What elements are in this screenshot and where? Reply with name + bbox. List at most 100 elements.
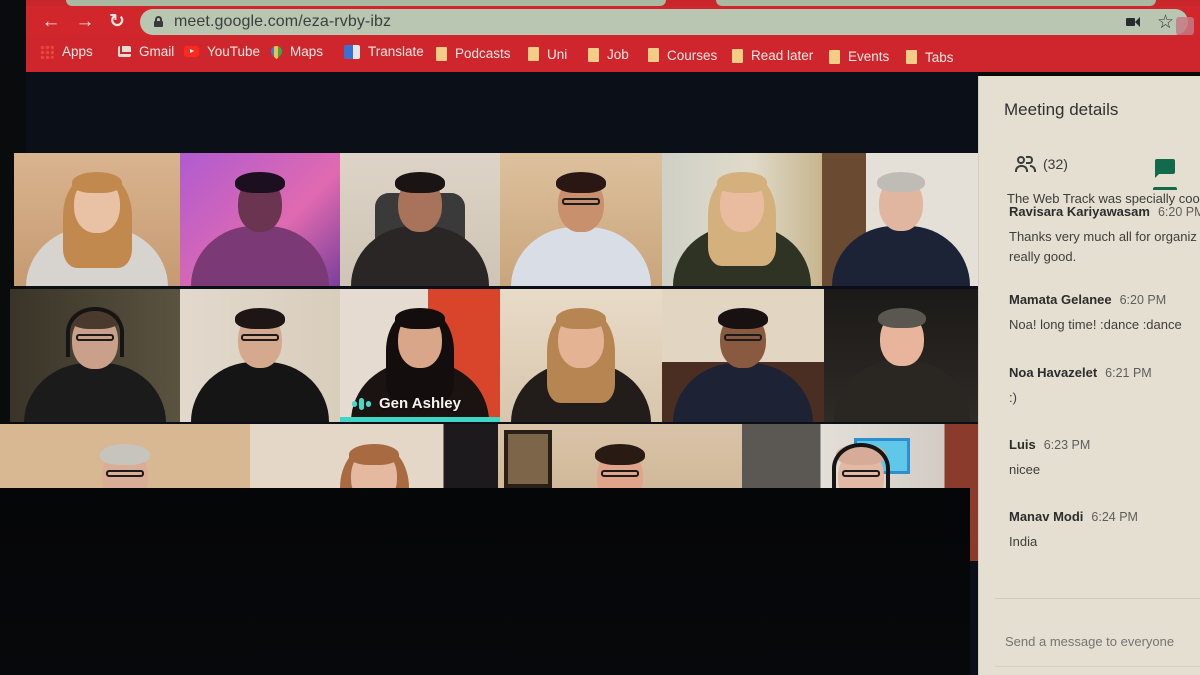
meeting-details-panel: Meeting details (32) The Web Track was s…: [978, 76, 1200, 675]
bookmark-gmail[interactable]: Gmail: [118, 44, 174, 59]
bookmark-label: Read later: [751, 48, 814, 64]
chat-message: Ravisara Kariyawasam 6:20 PM Thanks very m…: [1009, 203, 1200, 267]
chat-text: really good.: [1009, 249, 1077, 264]
bookmark-podcasts[interactable]: Podcasts: [436, 46, 511, 61]
folder-icon: [829, 49, 840, 64]
chat-text: nicee: [1009, 462, 1041, 477]
folder-icon: [588, 47, 599, 62]
input-underline: [995, 666, 1200, 667]
chat-timestamp: 6:24 PM: [1091, 510, 1138, 524]
chat-timestamp: 6:23 PM: [1043, 438, 1091, 452]
participant-hair: [348, 443, 400, 465]
participant-name-label: Gen Ashley: [352, 395, 461, 412]
back-arrow-icon: ←: [41, 11, 61, 32]
folder-icon: [648, 48, 659, 63]
chat-text: :): [1009, 390, 1017, 405]
bookmark-label: Courses: [667, 47, 718, 63]
bookmark-label: Tabs: [925, 49, 954, 65]
bookmark-label: Translate: [368, 44, 424, 59]
bookmark-youtube[interactable]: YouTube: [184, 44, 260, 59]
bookmark-label: Podcasts: [455, 46, 511, 61]
headset: [832, 442, 890, 494]
audio-level-icon: [352, 397, 371, 410]
participant-tile[interactable]: [14, 153, 180, 286]
people-tab[interactable]: (32): [1015, 156, 1068, 172]
bookmark-uni[interactable]: Uni: [528, 47, 567, 62]
bookmark-translate[interactable]: Translate: [344, 44, 424, 59]
glasses: [75, 334, 115, 342]
chat-sender: Noa Havazelet: [1009, 365, 1098, 380]
participant-hair: [556, 307, 606, 329]
participant-hair: [877, 307, 927, 329]
address-bar[interactable]: meet.google.com/eza-rvby-ibz ☆: [140, 9, 1188, 35]
chat-timestamp: 6:20 PM: [1119, 293, 1167, 307]
chat-text: India: [1009, 534, 1038, 549]
active-speaker-indicator: [340, 417, 500, 422]
participant-tile[interactable]: [340, 153, 500, 286]
glasses: [105, 469, 145, 477]
chat-message: Luis 6:23 PM nicee: [1009, 436, 1090, 480]
bookmark-courses[interactable]: Courses: [648, 48, 717, 63]
people-count: (32): [1043, 156, 1068, 172]
glasses: [241, 333, 279, 341]
bookmark-events[interactable]: Events: [829, 49, 889, 64]
chat-sender: Manav Modi: [1009, 509, 1084, 524]
chat-sender: Ravisara Kariyawasam: [1009, 204, 1150, 219]
forward-arrow-icon: →: [75, 11, 95, 32]
chat-tab[interactable]: [1153, 159, 1177, 190]
participant-tile[interactable]: [662, 289, 824, 422]
glasses: [561, 197, 601, 205]
bookmark-apps[interactable]: Apps: [40, 44, 93, 59]
bookmark-read-later[interactable]: Read later: [732, 48, 813, 63]
url-text[interactable]: meet.google.com/eza-rvby-ibz: [174, 13, 391, 31]
bookmark-label: Maps: [290, 44, 324, 59]
chat-text: Thanks very much all for organiz: [1009, 229, 1197, 244]
forward-button[interactable]: →: [74, 11, 96, 33]
chat-message-header: Ravisara Kariyawasam 6:20 PM: [1009, 203, 1200, 221]
chat-text: Noa! long time! :dance :dance: [1009, 317, 1182, 332]
screen-reflection: [0, 488, 970, 675]
reload-button[interactable]: ↻: [106, 11, 128, 33]
camera-icon[interactable]: [1126, 17, 1140, 27]
participant-name: Gen Ashley: [379, 395, 461, 412]
chat-message-header: Manav Modi 6:24 PM: [1009, 508, 1138, 526]
participant-hair: [99, 443, 151, 465]
participant-tile[interactable]: Gen Ashley: [340, 289, 500, 422]
participant-tile[interactable]: [180, 289, 340, 422]
folder-icon: [436, 46, 447, 61]
chat-message-header: Noa Havazelet 6:21 PM: [1009, 364, 1152, 382]
bookmark-star-icon[interactable]: ☆: [1157, 11, 1174, 34]
chat-timestamp: 6:21 PM: [1105, 366, 1152, 380]
headset: [66, 306, 124, 358]
participant-tile[interactable]: [500, 153, 662, 286]
browser-toolbar: ← → ↻ meet.google.com/eza-rvby-ibz ☆: [26, 6, 1200, 36]
divider: [995, 598, 1200, 599]
bookmark-label: Job: [607, 47, 629, 63]
participant-tile[interactable]: [180, 153, 340, 286]
participant-hair: [594, 443, 646, 465]
chat-sender: Luis: [1009, 437, 1036, 452]
participant-tile[interactable]: [822, 153, 980, 286]
bookmark-label: Events: [848, 49, 890, 64]
bookmark-job[interactable]: Job: [588, 47, 629, 62]
participant-tile[interactable]: [824, 289, 980, 422]
participant-tile[interactable]: [662, 153, 822, 286]
participant-tile[interactable]: [10, 289, 180, 422]
chat-timestamp: 6:20 PM: [1157, 205, 1200, 219]
chat-message-input[interactable]: [1005, 634, 1195, 649]
glasses: [841, 469, 881, 477]
bookmark-maps[interactable]: Maps: [268, 43, 324, 60]
chat-message: Manav Modi 6:24 PM India: [1009, 508, 1138, 552]
back-button[interactable]: ←: [40, 11, 62, 33]
bookmark-label: Gmail: [139, 44, 175, 59]
screen: ← → ↻ meet.google.com/eza-rvby-ibz ☆ App…: [0, 0, 1200, 675]
reload-icon: ↻: [109, 11, 125, 32]
profile-avatar[interactable]: [1176, 17, 1194, 35]
chat-icon: [1155, 159, 1175, 174]
translate-icon: [344, 44, 360, 59]
participant-hair: [235, 171, 285, 193]
bookmark-tabs[interactable]: Tabs: [906, 50, 954, 65]
maps-icon: [268, 43, 285, 60]
participant-tile[interactable]: [500, 289, 662, 422]
chat-message: Noa Havazelet 6:21 PM:): [1009, 364, 1152, 408]
